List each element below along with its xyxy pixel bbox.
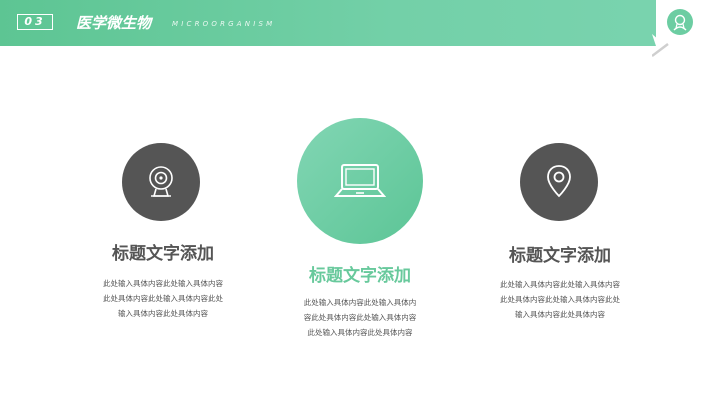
feature-text-line: 容此处具体内容此处输入具体内容 [303,313,417,322]
map-pin-icon [547,165,571,198]
page-title: 医学微生物 [76,14,152,32]
feature-circle-left [122,143,200,221]
microbe-icon [667,9,693,35]
laptop-icon [334,164,386,197]
feature-text-middle: 此处输入具体内容此处输入具体内 容此处具体内容此处输入具体内容 此处输入具体内容… [290,295,430,340]
corner-badge [652,0,720,57]
feature-text-line: 此处输入具体内容此处输入具体内容 [500,280,620,289]
feature-circle-right [520,143,598,221]
feature-text-line: 此处输入具体内容此处具体内容 [307,328,413,337]
feature-title-right: 标题文字添加 [509,246,611,266]
feature-circle-middle [297,118,423,244]
feature-text-line: 此处输入具体内容此处输入具体内容 [103,279,223,288]
webcam-icon [149,166,173,197]
feature-title-left: 标题文字添加 [112,244,214,264]
feature-text-line: 此处具体内容此处输入具体内容此处 [103,294,223,303]
section-number: 03 [17,14,53,30]
feature-text-line: 输入具体内容此处具体内容 [515,310,605,319]
feature-text-right: 此处输入具体内容此处输入具体内容 此处具体内容此处输入具体内容此处 输入具体内容… [490,277,630,322]
header-bar: 03 医学微生物 MICROORGANISM [0,0,720,46]
feature-title-middle: 标题文字添加 [309,266,411,286]
feature-text-line: 此处输入具体内容此处输入具体内 [303,298,417,307]
feature-text-line: 输入具体内容此处具体内容 [118,309,208,318]
feature-text-line: 此处具体内容此处输入具体内容此处 [500,295,620,304]
page-subtitle: MICROORGANISM [172,20,276,28]
feature-text-left: 此处输入具体内容此处输入具体内容 此处具体内容此处输入具体内容此处 输入具体内容… [93,276,233,321]
